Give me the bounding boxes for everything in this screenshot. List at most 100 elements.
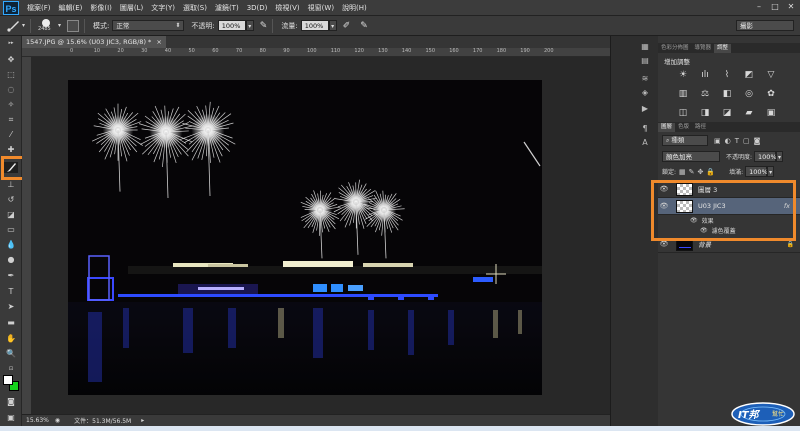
marquee-tool-icon[interactable]: ⬚ xyxy=(4,69,18,80)
blend-mode-select[interactable]: 顏色加亮 xyxy=(662,151,720,162)
threshold-icon[interactable]: ◪ xyxy=(720,108,734,119)
lock-transparent-icon[interactable]: ▦ xyxy=(679,168,686,176)
pressure-size-icon[interactable]: ✎ xyxy=(360,21,368,31)
blur-tool-icon[interactable]: 💧 xyxy=(4,239,18,250)
fireworks-photo[interactable] xyxy=(68,80,542,395)
path-select-tool-icon[interactable]: ➤ xyxy=(4,301,18,312)
menu-3d[interactable]: 3D(D) xyxy=(247,4,268,12)
close-tab-icon[interactable]: × xyxy=(156,38,161,46)
brush-panel-icon[interactable] xyxy=(67,19,80,32)
fill-input[interactable]: 100% xyxy=(745,166,768,177)
exposure-icon[interactable]: ◩ xyxy=(742,70,756,81)
lock-position-icon[interactable]: ✥ xyxy=(698,168,704,176)
healing-brush-tool-icon[interactable]: ✚ xyxy=(4,144,18,155)
clone-stamp-tool-icon[interactable]: ⊥ xyxy=(4,179,18,190)
hue-saturation-icon[interactable]: ▥ xyxy=(676,89,690,100)
lock-image-icon[interactable]: ✎ xyxy=(689,168,695,176)
photo-filter-icon[interactable]: ◎ xyxy=(742,89,756,100)
styles-panel-icon[interactable]: ◈ xyxy=(638,88,652,100)
gradient-map-icon[interactable]: ▰ xyxy=(742,108,756,119)
menu-image[interactable]: 影像(I) xyxy=(90,3,112,13)
history-brush-tool-icon[interactable]: ↺ xyxy=(4,194,18,205)
tab-channels[interactable]: 色版 xyxy=(675,123,692,132)
menu-layer[interactable]: 圖層(L) xyxy=(120,3,143,13)
tool-preset-dropdown-icon[interactable]: ▾ xyxy=(22,22,25,29)
tab-layers[interactable]: 圖層 xyxy=(658,123,676,132)
eyedropper-tool-icon[interactable]: ⁄ xyxy=(4,129,18,140)
swatches-panel-icon[interactable]: ≋ xyxy=(638,74,652,86)
layer-kind-select[interactable]: ⌕ 種類 xyxy=(662,135,708,146)
menu-view[interactable]: 檢視(V) xyxy=(275,3,299,13)
menu-help[interactable]: 說明(H) xyxy=(342,3,367,13)
quick-mask-icon[interactable]: ◙ xyxy=(4,396,18,407)
brightness-icon[interactable]: ☀ xyxy=(676,70,690,81)
close-button[interactable]: ✕ xyxy=(784,1,798,13)
brush-dropdown-icon[interactable]: ▾ xyxy=(58,22,61,29)
default-colors-icon[interactable]: ⊡ xyxy=(4,364,18,375)
selective-color-icon[interactable]: ▣ xyxy=(764,108,778,119)
zoom-level[interactable]: 15.63% xyxy=(26,417,49,424)
tab-navigator[interactable]: 導覽器 xyxy=(692,44,715,53)
opacity-input[interactable]: 100% xyxy=(217,20,246,31)
channel-mixer-icon[interactable]: ✿ xyxy=(764,89,778,100)
dodge-tool-icon[interactable]: ● xyxy=(4,254,18,265)
flow-input[interactable]: 100% xyxy=(300,20,329,31)
menu-select[interactable]: 選取(S) xyxy=(183,3,207,13)
pen-tool-icon[interactable]: ✒ xyxy=(4,270,18,281)
filter-pixel-icon[interactable]: ▣ xyxy=(714,137,721,145)
status-menu-icon[interactable]: ▸ xyxy=(141,417,144,424)
layer-opacity-dropdown[interactable]: ▾ xyxy=(776,151,784,162)
pressure-opacity-icon[interactable]: ✎ xyxy=(260,21,268,31)
menu-window[interactable]: 視窗(W) xyxy=(308,3,334,13)
opacity-slider-dropdown[interactable]: ▾ xyxy=(245,20,254,31)
brush-tool-icon[interactable] xyxy=(6,19,20,33)
filter-type-icon[interactable]: T xyxy=(735,137,739,145)
mode-dropdown-icon[interactable]: ⬍ xyxy=(175,22,180,29)
menu-filter[interactable]: 濾鏡(T) xyxy=(215,3,239,13)
layer-opacity-input[interactable]: 100% xyxy=(754,151,777,162)
tab-paths[interactable]: 路徑 xyxy=(692,123,709,132)
menu-file[interactable]: 檔案(F) xyxy=(27,3,51,13)
color-panel-icon[interactable]: ▤ xyxy=(638,56,652,68)
mode-select[interactable]: 正常 xyxy=(112,20,185,31)
document-tab[interactable]: 1547.JPG @ 15.6% (U03 JIC3, RGB/8) * × xyxy=(22,36,166,48)
airbrush-icon[interactable]: ✐ xyxy=(343,21,351,31)
black-white-icon[interactable]: ◧ xyxy=(720,89,734,100)
move-tool-icon[interactable]: ✥ xyxy=(4,54,18,65)
curves-icon[interactable]: ⌇ xyxy=(720,70,734,81)
menu-edit[interactable]: 編輯(E) xyxy=(59,3,83,13)
color-balance-icon[interactable]: ⚖ xyxy=(698,89,712,100)
screen-mode-icon[interactable]: ▣ xyxy=(4,412,18,423)
flow-slider-dropdown[interactable]: ▾ xyxy=(328,20,337,31)
filter-smart-icon[interactable]: ◙ xyxy=(754,137,761,145)
tab-adjustments[interactable]: 調整 xyxy=(714,44,732,53)
collapse-toolbar-icon[interactable]: ▸▸ xyxy=(4,38,18,49)
menu-type[interactable]: 文字(Y) xyxy=(151,3,175,13)
eraser-tool-icon[interactable]: ◪ xyxy=(4,209,18,220)
foreground-color-swatch[interactable] xyxy=(3,375,13,385)
info-icon[interactable]: ◉ xyxy=(55,417,60,424)
gradient-tool-icon[interactable]: ▭ xyxy=(4,224,18,235)
actions-panel-icon[interactable]: ▶ xyxy=(638,104,652,116)
brush-preview-icon[interactable]: 2485 xyxy=(36,18,58,33)
quick-select-tool-icon[interactable]: ✧ xyxy=(4,99,18,110)
zoom-tool-icon[interactable]: 🔍 xyxy=(4,348,18,359)
type-tool-icon[interactable]: T xyxy=(4,286,18,297)
minimize-button[interactable]: – xyxy=(752,1,766,13)
levels-icon[interactable]: ılı xyxy=(698,70,712,81)
paragraph-panel-icon[interactable]: ¶ xyxy=(638,124,652,136)
workspace-select[interactable]: 攝影 xyxy=(736,20,794,31)
history-panel-icon[interactable]: ▦ xyxy=(638,42,652,54)
fill-dropdown[interactable]: ▾ xyxy=(767,166,775,177)
shape-tool-icon[interactable]: ▬ xyxy=(4,317,18,328)
filter-shape-icon[interactable]: ▢ xyxy=(743,137,750,145)
tab-histogram[interactable]: 色彩分佈圖 xyxy=(658,44,692,53)
invert-icon[interactable]: ◫ xyxy=(676,108,690,119)
visibility-eye-icon[interactable]: 👁 xyxy=(658,240,670,248)
lasso-tool-icon[interactable]: ◌ xyxy=(4,84,18,95)
crop-tool-icon[interactable]: ⌗ xyxy=(4,114,18,125)
vibrance-icon[interactable]: ▽ xyxy=(764,70,778,81)
maximize-button[interactable]: □ xyxy=(768,1,782,13)
posterize-icon[interactable]: ◨ xyxy=(698,108,712,119)
character-panel-icon[interactable]: A xyxy=(638,138,652,150)
